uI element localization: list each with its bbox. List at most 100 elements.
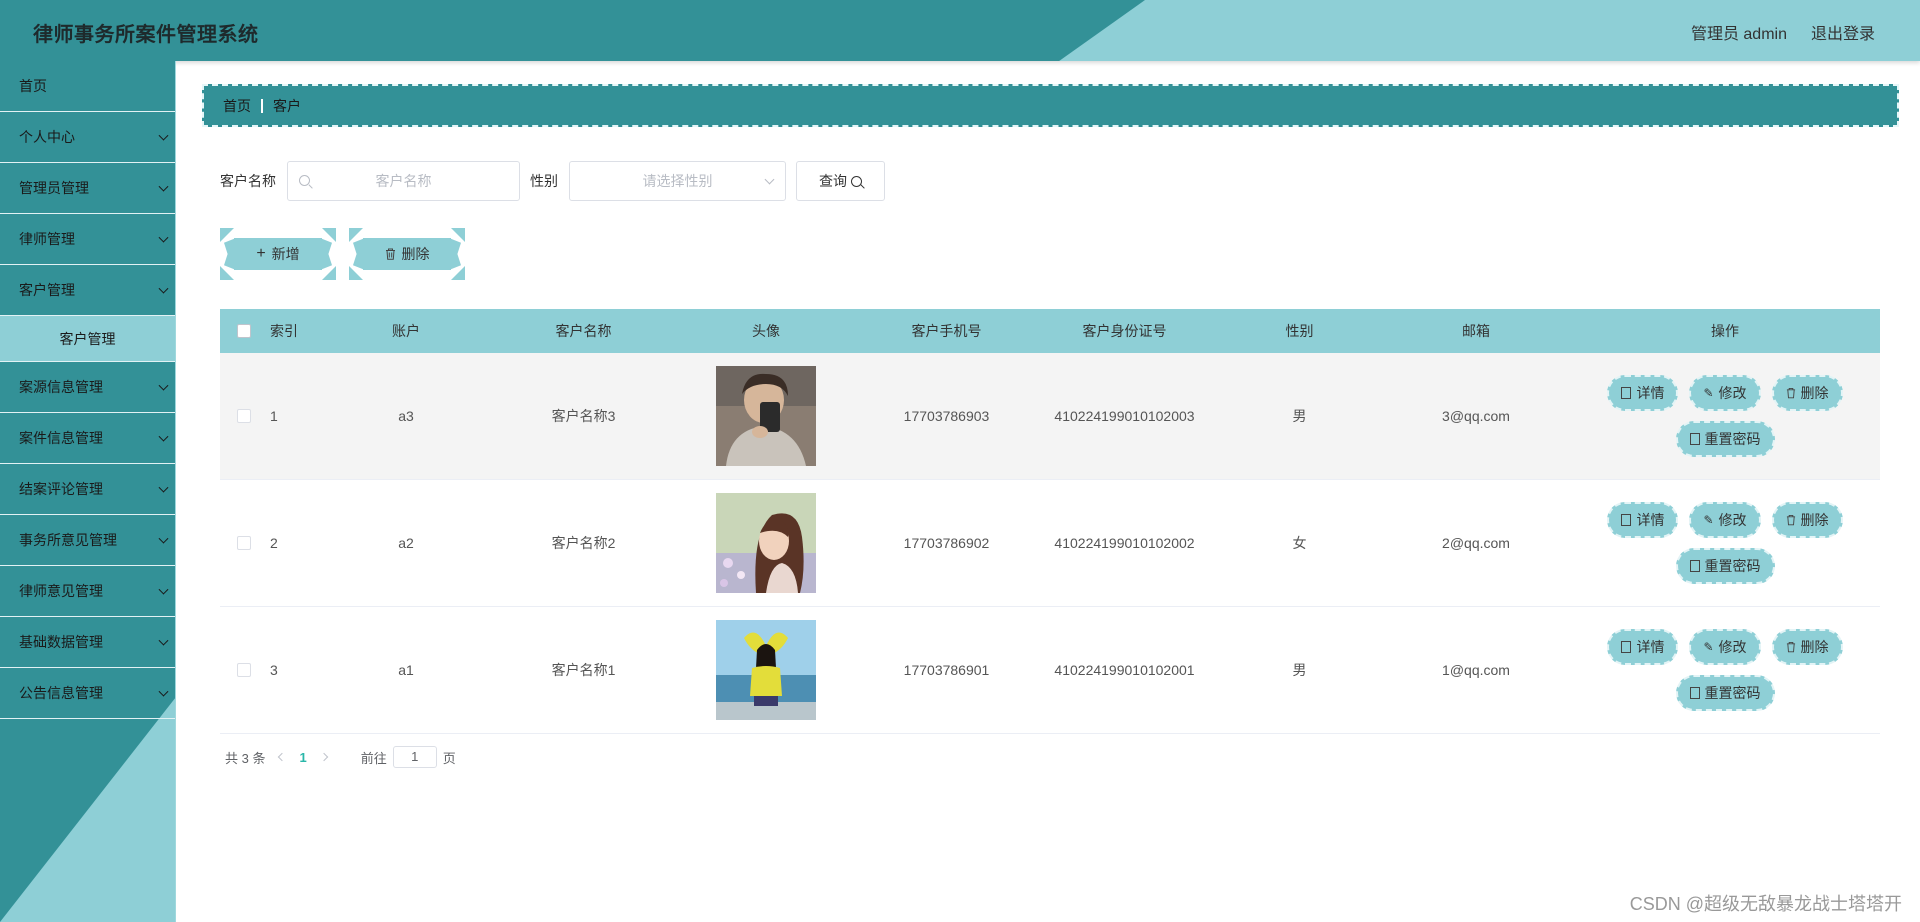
detail-label: 详情 [1636, 639, 1665, 655]
sidebar-item-announcements[interactable]: 公告信息管理 [0, 668, 175, 719]
query-button[interactable]: 查询 [796, 161, 885, 201]
sidebar-item-lawyer-feedback[interactable]: 律师意见管理 [0, 566, 175, 617]
cell-index: 1 [270, 408, 278, 424]
column-header-phone: 客户手机号 [911, 323, 982, 339]
sidebar-item-lawyer-management[interactable]: 律师管理 [0, 214, 175, 265]
row-delete-label: 删除 [1800, 512, 1829, 528]
admin-user-label[interactable]: 管理员 admin [1691, 20, 1787, 44]
sidebar-item-admin-management[interactable]: 管理员管理 [0, 163, 175, 214]
avatar[interactable] [716, 493, 816, 593]
document-icon [1689, 687, 1700, 699]
avatar[interactable] [716, 366, 816, 466]
pencil-icon: ✎ [1703, 640, 1714, 654]
column-header-account: 账户 [392, 323, 420, 339]
cell-operations: 详情 ✎ 修改 删除 重置密码 [1570, 375, 1880, 457]
gender-select[interactable]: 请选择性别 [569, 161, 786, 201]
pagination-current-page[interactable]: 1 [299, 750, 306, 765]
sidebar-item-label: 案件信息管理 [19, 430, 103, 446]
sidebar-item-client-management[interactable]: 客户管理 [0, 265, 175, 316]
cell-email: 1@qq.com [1442, 662, 1510, 678]
row-ops-group: 详情 ✎ 修改 删除 重置密码 [1590, 375, 1860, 457]
reset-password-button[interactable]: 重置密码 [1675, 675, 1775, 711]
row-select-cell [220, 409, 268, 423]
sidebar-item-closing-comments[interactable]: 结案评论管理 [0, 464, 175, 515]
row-delete-button[interactable]: 删除 [1771, 502, 1843, 538]
pagination-page-input[interactable]: 1 [392, 746, 437, 768]
row-checkbox[interactable] [237, 409, 251, 423]
sidebar-item-base-data[interactable]: 基础数据管理 [0, 617, 175, 668]
sidebar-item-firm-feedback[interactable]: 事务所意见管理 [0, 515, 175, 566]
avatar[interactable] [716, 620, 816, 720]
chevron-down-icon [158, 635, 169, 646]
trash-icon [1786, 388, 1795, 399]
cell-email: 2@qq.com [1442, 535, 1510, 551]
cell-avatar [671, 620, 861, 720]
reset-password-button[interactable]: 重置密码 [1675, 421, 1775, 457]
detail-button[interactable]: 详情 [1607, 375, 1679, 411]
cell-index: 2 [270, 535, 278, 551]
chevron-down-icon [158, 380, 169, 391]
detail-button[interactable]: 详情 [1607, 629, 1679, 665]
pagination-total: 共 3 条 [225, 750, 266, 766]
search-icon [851, 175, 862, 187]
cell-account: a2 [398, 535, 414, 551]
edit-label: 修改 [1718, 512, 1747, 528]
chevron-down-icon [158, 482, 169, 493]
select-all-checkbox[interactable] [237, 324, 251, 338]
search-bar: 客户名称 客户名称 性别 请选择性别 查询 [220, 161, 885, 201]
add-button-body: + 新增 [234, 238, 322, 270]
client-name-input[interactable]: 客户名称 [287, 161, 520, 201]
row-delete-button[interactable]: 删除 [1771, 629, 1843, 665]
row-checkbox[interactable] [237, 663, 251, 677]
column-header-avatar: 头像 [752, 323, 780, 339]
cell-account: a1 [398, 662, 414, 678]
sidebar-item-label: 个人中心 [19, 129, 75, 145]
document-icon [1689, 560, 1700, 572]
edit-button[interactable]: ✎ 修改 [1689, 629, 1761, 665]
delete-button[interactable]: 删除 [349, 228, 465, 280]
chevron-down-icon [158, 181, 169, 192]
gender-placeholder: 请选择性别 [642, 173, 713, 189]
cell-gender: 男 [1292, 662, 1307, 678]
chevron-down-icon [158, 686, 169, 697]
reset-password-button[interactable]: 重置密码 [1675, 548, 1775, 584]
cell-avatar [671, 366, 861, 466]
detail-button[interactable]: 详情 [1607, 502, 1679, 538]
pagination: 共 3 条 1 前往 1 页 [225, 746, 456, 768]
chevron-down-icon [158, 584, 169, 595]
table-row: 2 a2 客户名称2 17703786902 41022419901010200… [220, 480, 1880, 607]
breadcrumb-home[interactable]: 首页 [223, 96, 251, 116]
edit-button[interactable]: ✎ 修改 [1689, 502, 1761, 538]
detail-label: 详情 [1636, 385, 1665, 401]
logout-link[interactable]: 退出登录 [1811, 20, 1875, 44]
sidebar-item-case-info[interactable]: 案件信息管理 [0, 413, 175, 464]
row-checkbox[interactable] [237, 536, 251, 550]
chevron-left-icon[interactable] [278, 752, 287, 762]
reset-password-label: 重置密码 [1704, 558, 1761, 574]
edit-label: 修改 [1718, 385, 1747, 401]
add-button[interactable]: + 新增 [220, 228, 336, 280]
cell-client-name: 客户名称2 [551, 535, 616, 551]
sidebar-item-label: 公告信息管理 [19, 685, 103, 701]
sidebar-item-label: 客户管理 [19, 282, 75, 298]
cell-gender: 男 [1292, 408, 1307, 424]
sidebar-item-case-source[interactable]: 案源信息管理 [0, 362, 175, 413]
chevron-down-icon [158, 283, 169, 294]
sidebar-item-personal-center[interactable]: 个人中心 [0, 112, 175, 163]
add-label: 新增 [271, 246, 300, 262]
sidebar-item-home[interactable]: 首页 [0, 61, 175, 112]
chevron-down-icon [158, 130, 169, 141]
breadcrumb-separator [261, 98, 263, 113]
sidebar-item-label: 事务所意见管理 [19, 532, 117, 548]
edit-button[interactable]: ✎ 修改 [1689, 375, 1761, 411]
column-header-operations: 操作 [1711, 323, 1739, 339]
sidebar-subitem-client-management[interactable]: 客户管理 [0, 316, 175, 362]
sidebar-item-label: 基础数据管理 [19, 634, 103, 650]
sidebar-item-label: 律师意见管理 [19, 583, 103, 599]
trash-icon [1786, 642, 1795, 653]
sidebar-item-label: 首页 [19, 78, 47, 94]
row-delete-button[interactable]: 删除 [1771, 375, 1843, 411]
pencil-icon: ✎ [1703, 386, 1714, 400]
cell-phone: 17703786902 [903, 535, 990, 551]
chevron-right-icon[interactable] [319, 752, 328, 762]
